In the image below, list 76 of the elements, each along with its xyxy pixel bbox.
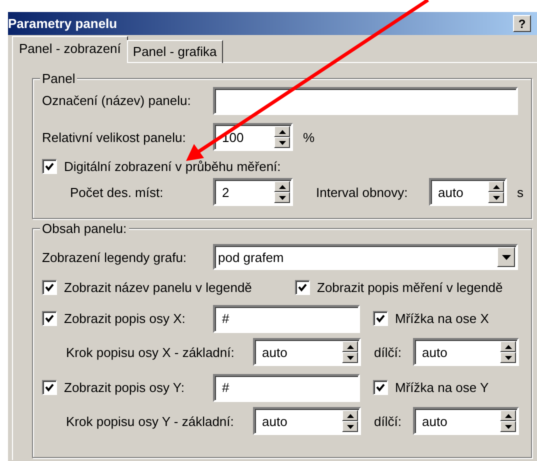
checkbox[interactable]: [295, 280, 310, 294]
up-arrow-icon: [504, 414, 512, 418]
text-field[interactable]: #: [213, 304, 360, 332]
up-arrow-icon: [278, 184, 286, 188]
checkbox-label: Zobrazit popis měření v legendě: [317, 280, 503, 294]
checkbox-label: Zobrazit popis osy Y:: [64, 380, 184, 395]
dropdown[interactable]: pod grafem: [213, 244, 518, 270]
spin-down-button[interactable]: [342, 352, 358, 363]
spin-down-button[interactable]: [342, 421, 358, 432]
field-label: Interval obnovy:: [316, 184, 409, 200]
checkbox[interactable]: [42, 380, 57, 395]
down-arrow-icon: [492, 196, 500, 200]
field-label: Relativní velikost panelu:: [42, 130, 187, 144]
checkmark-icon: [376, 314, 385, 323]
spin-box[interactable]: auto: [413, 338, 519, 366]
spin-box[interactable]: auto: [429, 178, 507, 206]
spin-box[interactable]: auto: [253, 338, 361, 366]
checkbox[interactable]: [373, 380, 388, 395]
checkbox[interactable]: [42, 311, 57, 326]
group-title: Obsah panelu:: [40, 221, 129, 236]
down-arrow-icon: [346, 356, 354, 360]
spin-up-button[interactable]: [342, 410, 358, 421]
up-arrow-icon: [504, 344, 512, 348]
down-arrow-icon: [504, 424, 512, 428]
tab[interactable]: Panel - zobrazení: [12, 36, 128, 63]
text-field[interactable]: [213, 86, 518, 114]
field-label: Krok popisu osy X - základní:: [66, 344, 236, 360]
spin-box[interactable]: 2: [213, 178, 293, 206]
checkmark-icon: [45, 282, 54, 292]
text-field[interactable]: #: [213, 374, 360, 402]
spin-down-button[interactable]: [500, 352, 516, 363]
down-arrow-icon: [278, 196, 286, 200]
checkbox-label: Mřížka na ose Y: [395, 380, 489, 395]
spin-up-button[interactable]: [500, 410, 516, 421]
checkbox-label: Zobrazit popis osy X:: [64, 311, 186, 326]
up-arrow-icon: [278, 130, 286, 134]
spin-box[interactable]: auto: [413, 407, 519, 435]
spin-down-button[interactable]: [488, 192, 504, 203]
up-arrow-icon: [346, 414, 354, 418]
checkmark-icon: [376, 383, 385, 392]
field-label: Označení (název) panelu:: [42, 93, 192, 108]
checkmark-icon: [45, 314, 54, 323]
field-label: dílčí:: [374, 414, 402, 428]
tab[interactable]: Panel - grafika: [126, 40, 223, 63]
spin-up-button[interactable]: [274, 126, 290, 137]
up-arrow-icon: [346, 344, 354, 348]
up-arrow-icon: [492, 184, 500, 188]
help-button[interactable]: ?: [513, 15, 531, 32]
group-title: Panel: [40, 71, 78, 86]
down-arrow-icon: [504, 356, 512, 360]
spin-up-button[interactable]: [342, 341, 358, 352]
field-label: Zobrazení legendy grafu:: [42, 250, 188, 264]
checkbox[interactable]: [42, 280, 57, 294]
checkbox-label: Zobrazit název panelu v legendě: [64, 280, 252, 294]
spin-down-button[interactable]: [274, 137, 290, 148]
spin-up-button[interactable]: [488, 181, 504, 192]
down-arrow-icon: [278, 140, 286, 144]
field-label: dílčí:: [374, 344, 402, 360]
field-label: Počet des. míst:: [70, 184, 164, 200]
spin-up-button[interactable]: [500, 341, 516, 352]
field-label: s: [517, 184, 524, 200]
checkbox[interactable]: [42, 158, 57, 174]
checkmark-icon: [45, 383, 54, 392]
spin-box[interactable]: auto: [253, 407, 361, 435]
window-title: Parametry panelu: [8, 16, 118, 31]
spin-up-button[interactable]: [274, 181, 290, 192]
field-label: Krok popisu osy Y - základní:: [66, 414, 235, 428]
checkmark-icon: [298, 282, 307, 292]
down-arrow-icon: [346, 424, 354, 428]
checkbox-label: Mřížka na ose X: [395, 311, 489, 326]
spin-down-button[interactable]: [500, 421, 516, 432]
checkbox-label: Digitální zobrazení v průběhu měření:: [64, 158, 281, 174]
spin-down-button[interactable]: [274, 192, 290, 203]
checkmark-icon: [45, 162, 54, 170]
field-label: %: [303, 130, 315, 144]
checkbox[interactable]: [373, 311, 388, 326]
